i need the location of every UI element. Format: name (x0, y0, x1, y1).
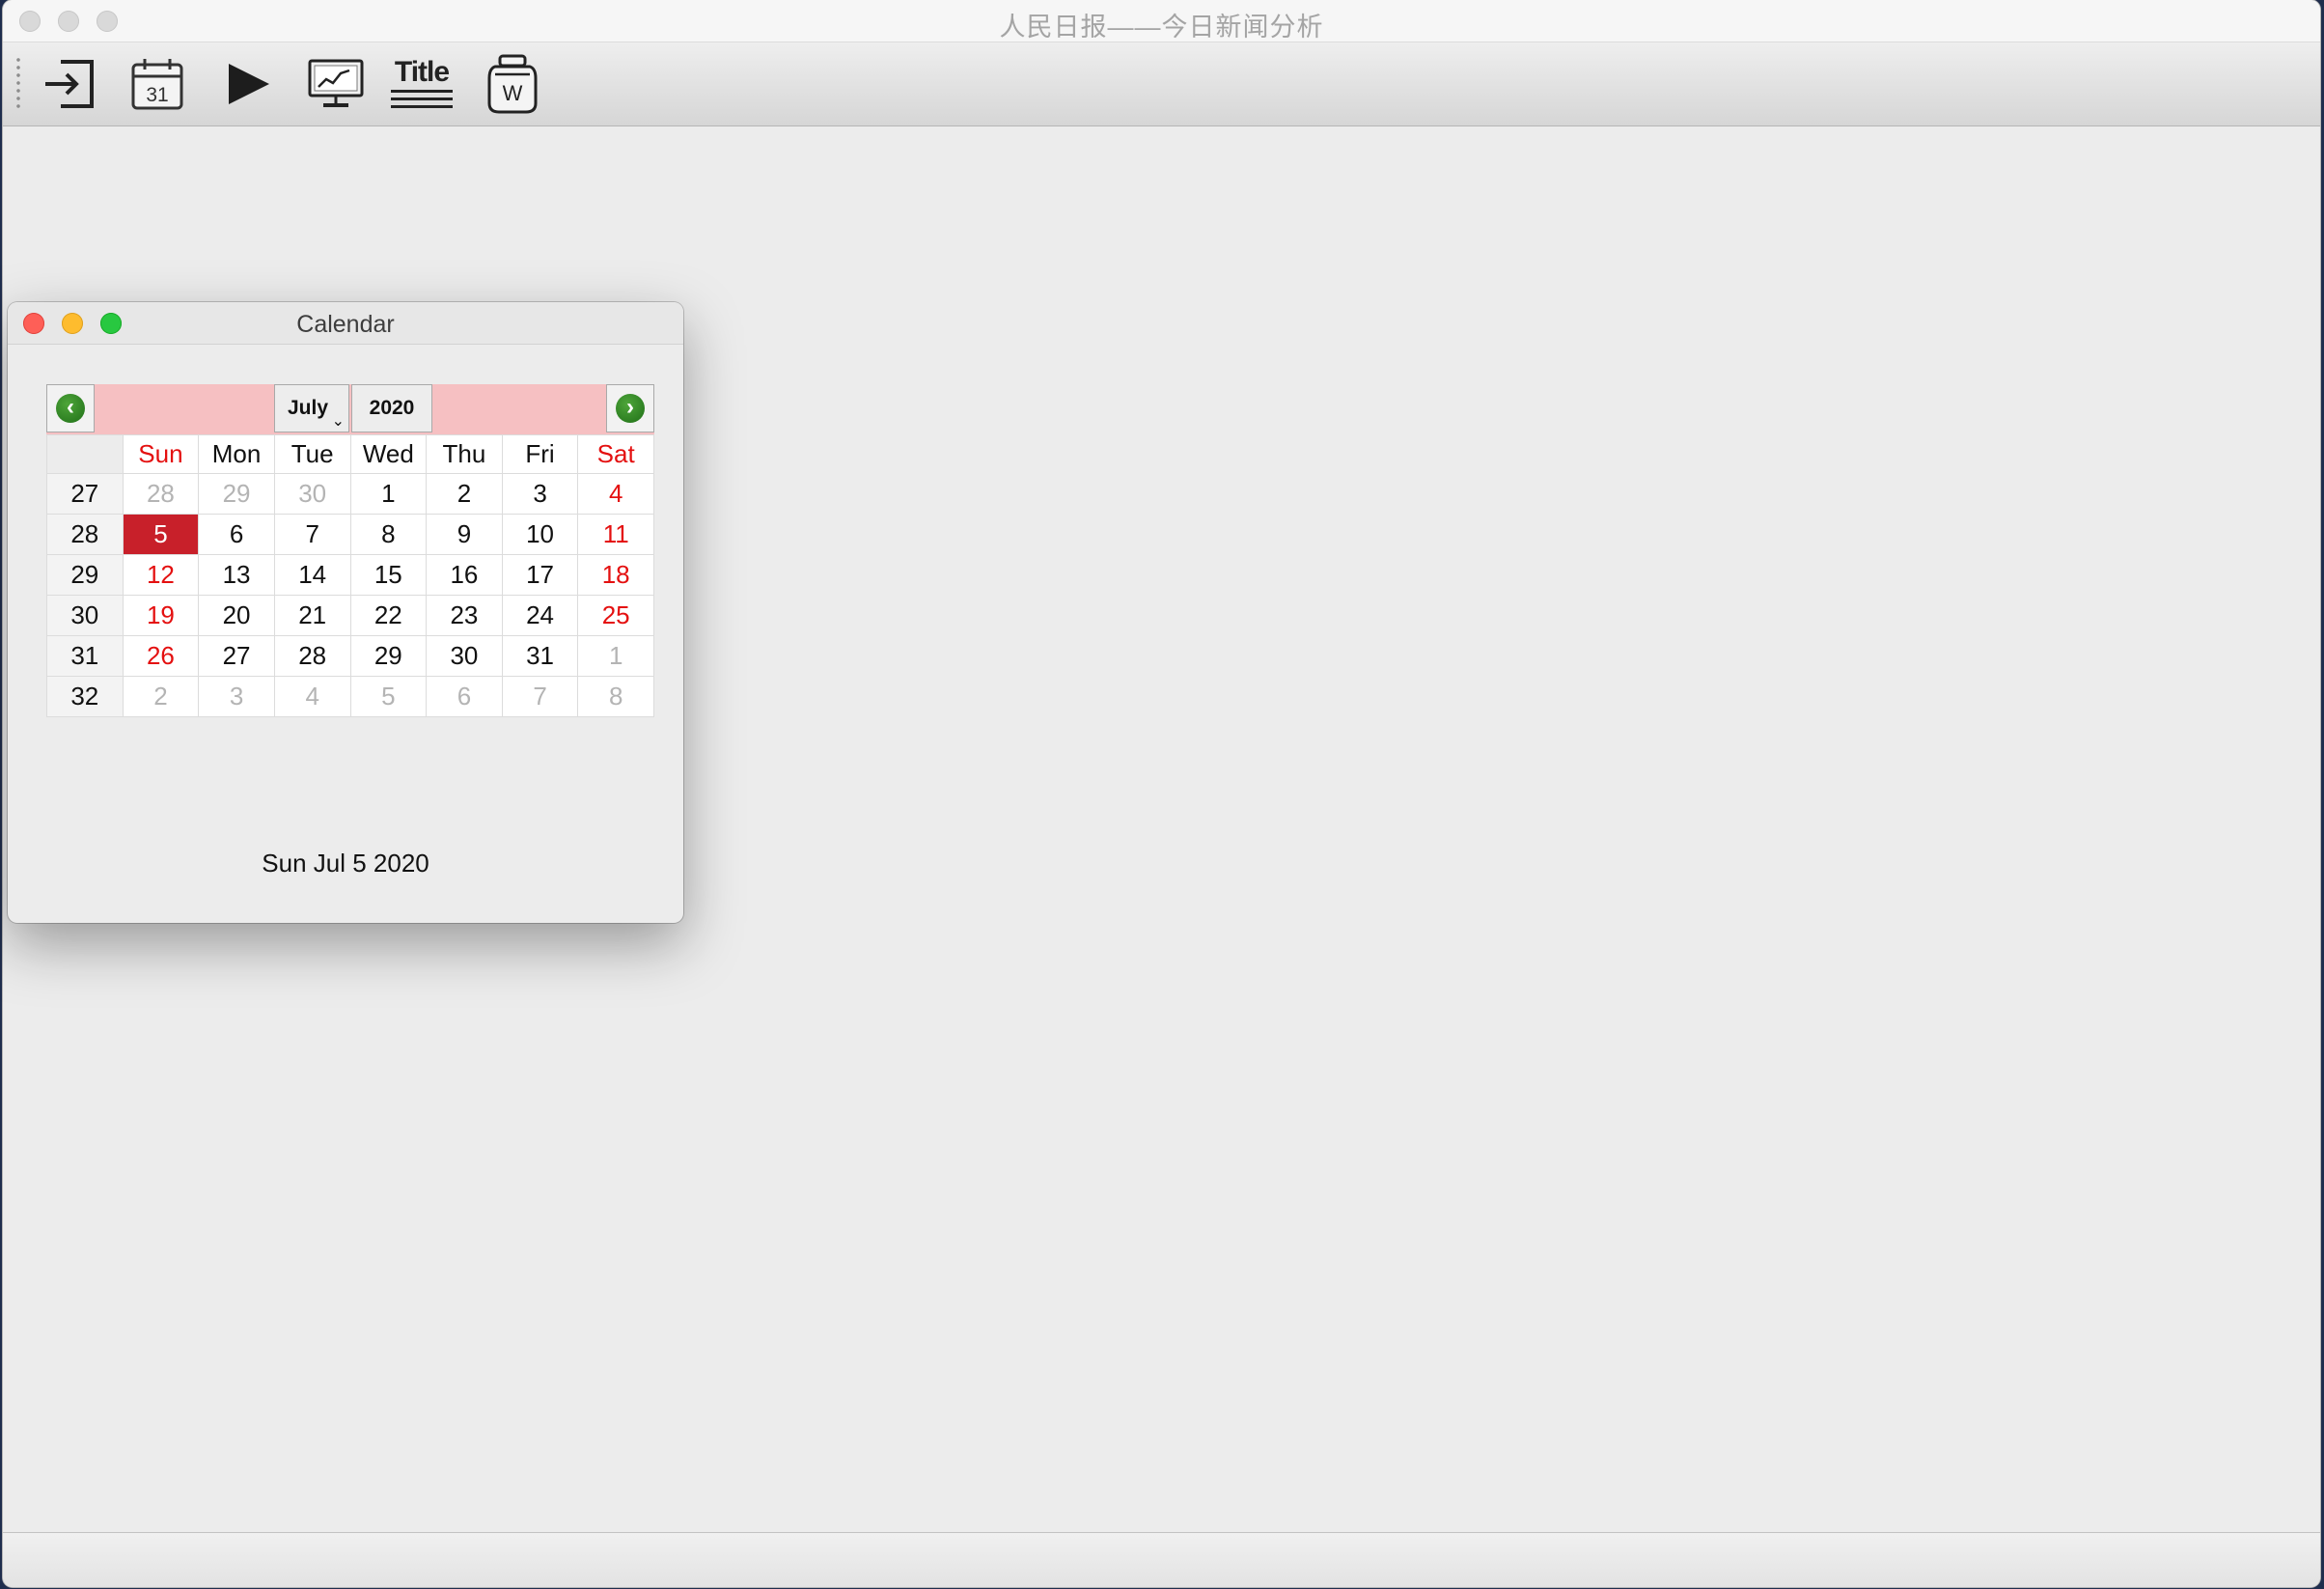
calendar-week-row: 32 2 3 4 5 6 7 8 (46, 676, 654, 717)
calendar-day[interactable]: 3 (501, 473, 579, 515)
title-lines-icon: Title (391, 56, 453, 108)
month-label: July (287, 397, 329, 419)
weekday-header: Sat (577, 434, 654, 474)
calendar-day[interactable]: 3 (198, 676, 275, 717)
calendar-day[interactable]: 4 (273, 676, 351, 717)
calendar-week-row: 29 12 13 14 15 16 17 18 (46, 554, 654, 596)
window-title: 人民日报——今日新闻分析 (999, 13, 1324, 42)
calendar-day[interactable]: 6 (198, 514, 275, 555)
calendar-day[interactable]: 29 (349, 635, 428, 677)
weekday-header: Sun (122, 434, 200, 474)
calendar-navigation-bar: ‹ July ⌄ 2020 › (46, 384, 654, 434)
calendar-day[interactable]: 12 (122, 554, 200, 596)
calendar-button[interactable]: 31 (126, 52, 188, 116)
calendar-week-row: 28 5 6 7 8 9 10 11 (46, 514, 654, 555)
weekday-header: Tue (273, 434, 351, 474)
calendar-day[interactable]: 11 (577, 514, 654, 555)
title-button[interactable]: Title (391, 52, 453, 116)
calendar-day[interactable]: 10 (501, 514, 579, 555)
calendar-day[interactable]: 1 (349, 473, 428, 515)
calendar-day[interactable]: 23 (426, 595, 503, 636)
calendar-day[interactable]: 28 (273, 635, 351, 677)
week-number: 30 (46, 595, 124, 636)
week-number: 31 (46, 635, 124, 677)
calendar-icon: 31 (131, 59, 183, 110)
calendar-icon-day: 31 (146, 84, 168, 106)
calendar-day[interactable]: 30 (426, 635, 503, 677)
calendar-day[interactable]: 4 (577, 473, 654, 515)
calendar-day[interactable]: 2 (426, 473, 503, 515)
arrow-left-icon: ‹ (56, 394, 85, 423)
toolbar: 31 Title W (3, 42, 2320, 126)
calendar-day[interactable]: 28 (122, 473, 200, 515)
week-number-header (46, 434, 124, 474)
import-arrow-icon (45, 60, 94, 108)
calendar-week-row: 30 19 20 21 22 23 24 25 (46, 595, 654, 636)
week-number: 27 (46, 473, 124, 515)
import-button[interactable] (38, 52, 99, 116)
calendar-day[interactable]: 14 (273, 554, 351, 596)
calendar-day[interactable]: 18 (577, 554, 654, 596)
calendar-day[interactable]: 17 (501, 554, 579, 596)
chart-button[interactable] (305, 52, 367, 116)
weekday-header-row: Sun Mon Tue Wed Thu Fri Sat (46, 434, 654, 474)
previous-month-button[interactable]: ‹ (46, 384, 95, 432)
calendar-day[interactable]: 6 (426, 676, 503, 717)
title-button-label: Title (394, 56, 450, 88)
weekday-header: Wed (349, 434, 428, 474)
calendar-day[interactable]: 31 (501, 635, 579, 677)
monitor-chart-icon (308, 59, 364, 107)
calendar-day[interactable]: 15 (349, 554, 428, 596)
calendar-grid: Sun Mon Tue Wed Thu Fri Sat 27 28 29 30 1 2 3 4… (46, 434, 654, 717)
week-number: 29 (46, 554, 124, 596)
calendar-day[interactable]: 27 (198, 635, 275, 677)
calendar-day[interactable]: 7 (501, 676, 579, 717)
calendar-day[interactable]: 25 (577, 595, 654, 636)
calendar-day[interactable]: 1 (577, 635, 654, 677)
calendar-week-row: 31 26 27 28 29 30 31 1 (46, 635, 654, 677)
weekday-header: Mon (198, 434, 275, 474)
arrow-right-icon: › (616, 394, 645, 423)
main-titlebar: 人民日报——今日新闻分析 (3, 0, 2320, 42)
chevron-down-icon: ⌄ (331, 413, 345, 430)
year-selector[interactable]: 2020 (351, 384, 432, 432)
calendar-day[interactable]: 20 (198, 595, 275, 636)
calendar-day[interactable]: 8 (577, 676, 654, 717)
calendar-week-row: 27 28 29 30 1 2 3 4 (46, 473, 654, 515)
calendar-window-title: Calendar (296, 311, 395, 338)
calendar-day[interactable]: 19 (122, 595, 200, 636)
calendar-window: Calendar ‹ July ⌄ 2020 › Sun Mon Tue Wed… (8, 302, 683, 923)
status-bar (3, 1532, 2320, 1587)
calendar-day-selected[interactable]: 5 (122, 514, 200, 555)
next-month-button[interactable]: › (606, 384, 654, 432)
calendar-widget: ‹ July ⌄ 2020 › Sun Mon Tue Wed Thu Fri … (46, 384, 654, 717)
toolbar-grip-handle[interactable] (16, 56, 20, 110)
calendar-day[interactable]: 13 (198, 554, 275, 596)
calendar-day[interactable]: 9 (426, 514, 503, 555)
calendar-day[interactable]: 24 (501, 595, 579, 636)
calendar-day[interactable]: 26 (122, 635, 200, 677)
calendar-day[interactable]: 22 (349, 595, 428, 636)
word-button[interactable]: W (482, 52, 543, 116)
word-jar-icon: W (487, 54, 538, 114)
weekday-header: Thu (426, 434, 503, 474)
calendar-titlebar[interactable]: Calendar (8, 302, 683, 345)
play-icon (229, 64, 269, 104)
weekday-header: Fri (501, 434, 579, 474)
calendar-day[interactable]: 29 (198, 473, 275, 515)
word-icon-letter: W (503, 81, 523, 105)
calendar-day[interactable]: 5 (349, 676, 428, 717)
week-number: 32 (46, 676, 124, 717)
calendar-day[interactable]: 8 (349, 514, 428, 555)
month-selector[interactable]: July ⌄ (274, 384, 349, 432)
calendar-day[interactable]: 7 (273, 514, 351, 555)
selected-date-label: Sun Jul 5 2020 (262, 849, 429, 878)
week-number: 28 (46, 514, 124, 555)
calendar-day[interactable]: 21 (273, 595, 351, 636)
calendar-day[interactable]: 30 (273, 473, 351, 515)
calendar-day[interactable]: 2 (122, 676, 200, 717)
run-button[interactable] (217, 52, 279, 116)
calendar-day[interactable]: 16 (426, 554, 503, 596)
